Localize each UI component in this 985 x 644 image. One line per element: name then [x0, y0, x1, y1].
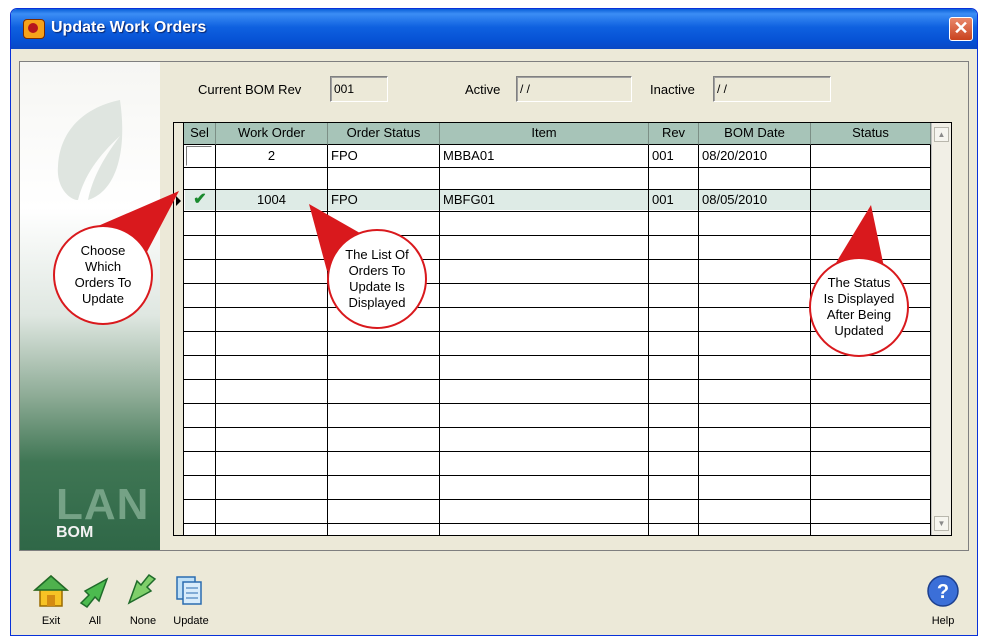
- select-all-button[interactable]: All: [75, 573, 115, 633]
- bom-logo-text: BOM: [56, 524, 94, 541]
- column-header-item[interactable]: Item: [440, 123, 649, 145]
- all-label: All: [88, 615, 102, 627]
- column-header-order-status[interactable]: Order Status: [328, 123, 440, 145]
- inactive-label: Inactive: [650, 82, 695, 97]
- documents-icon: [176, 576, 202, 605]
- column-header-status[interactable]: Status: [811, 123, 931, 145]
- select-none-button[interactable]: None: [123, 573, 163, 633]
- app-icon: [23, 19, 45, 39]
- current-bom-rev-field[interactable]: 001: [330, 76, 388, 102]
- lan-logo-text: LAN: [56, 480, 150, 529]
- scroll-up-button[interactable]: ▲: [934, 127, 949, 142]
- cell-work-order[interactable]: 2: [216, 145, 327, 167]
- bottom-toolbar: Exit All None Update ? Help: [11, 561, 977, 635]
- cell-order-status[interactable]: FPO: [331, 145, 358, 167]
- leaf-logo-icon: [57, 100, 123, 200]
- help-button[interactable]: ? Help: [923, 573, 963, 633]
- none-label: None: [129, 615, 157, 627]
- current-row-pointer-icon: [176, 196, 181, 206]
- scroll-down-button[interactable]: ▼: [934, 516, 949, 531]
- window-title: Update Work Orders: [51, 19, 207, 36]
- cell-rev[interactable]: 001: [652, 189, 674, 211]
- cell-work-order[interactable]: 1004: [216, 189, 327, 211]
- column-header-work-order[interactable]: Work Order: [216, 123, 328, 145]
- column-header-rev[interactable]: Rev: [649, 123, 699, 145]
- update-button[interactable]: Update: [171, 573, 211, 633]
- cell-rev[interactable]: 001: [652, 145, 674, 167]
- row-select-checkmark-icon[interactable]: ✔: [186, 189, 214, 211]
- help-glyph: ?: [937, 581, 949, 603]
- green-arrow-up-icon: [79, 577, 109, 609]
- cell-order-status[interactable]: FPO: [331, 189, 358, 211]
- row-selector-column[interactable]: [174, 123, 184, 535]
- inactive-date-field[interactable]: / /: [713, 76, 831, 102]
- active-date-field[interactable]: / /: [516, 76, 632, 102]
- callout-status-displayed: The Status Is Displayed After Being Upda…: [809, 257, 909, 357]
- column-header-bom-date[interactable]: BOM Date: [699, 123, 811, 145]
- cell-item[interactable]: MBFG01: [443, 189, 495, 211]
- house-icon: [33, 575, 69, 607]
- green-arrow-down-icon: [127, 573, 157, 605]
- column-header-sel[interactable]: Sel: [184, 123, 216, 145]
- callout-choose-orders: Choose Which Orders To Update: [53, 225, 153, 325]
- callout-list-orders: The List Of Orders To Update Is Displaye…: [327, 229, 427, 329]
- current-bom-rev-label: Current BOM Rev: [198, 82, 302, 97]
- exit-button[interactable]: Exit: [31, 573, 71, 633]
- update-label: Update: [173, 615, 209, 627]
- title-bar[interactable]: Update Work Orders ✕: [11, 9, 977, 49]
- update-work-orders-window: Update Work Orders ✕ LAN BOM Current BOM…: [10, 8, 978, 636]
- help-label: Help: [931, 615, 955, 627]
- cell-bom-date[interactable]: 08/20/2010: [702, 145, 767, 167]
- close-button[interactable]: ✕: [949, 17, 973, 41]
- exit-label: Exit: [41, 615, 61, 627]
- cell-bom-date[interactable]: 08/05/2010: [702, 189, 767, 211]
- cell-item[interactable]: MBBA01: [443, 145, 494, 167]
- vertical-scrollbar[interactable]: ▲ ▼: [931, 123, 951, 535]
- active-label: Active: [465, 82, 501, 97]
- help-icon: ?: [927, 575, 959, 607]
- row-select-checkbox[interactable]: [186, 146, 212, 166]
